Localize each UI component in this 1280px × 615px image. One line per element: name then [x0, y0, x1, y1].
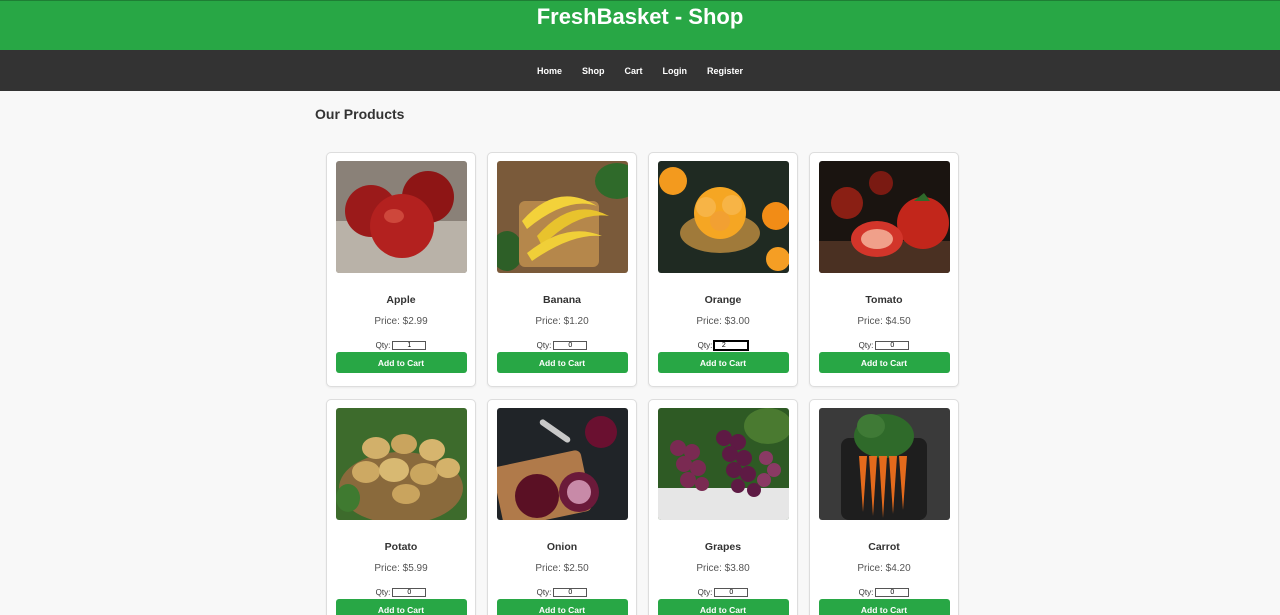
qty-label: Qty:	[697, 340, 713, 350]
qty-row: Qty:	[859, 340, 910, 350]
product-price: Price: $1.20	[535, 316, 589, 327]
product-name: Apple	[386, 294, 416, 306]
product-grid: Apple Price: $2.99 Qty: Add to Cart	[326, 152, 965, 615]
add-to-cart-button[interactable]: Add to Cart	[657, 599, 789, 615]
site-header: FreshBasket - Shop	[0, 0, 1280, 50]
qty-input[interactable]	[392, 340, 427, 350]
product-price: Price: $2.50	[535, 563, 589, 574]
qty-row: Qty:	[697, 339, 750, 351]
add-to-cart-button[interactable]: Add to Cart	[496, 599, 628, 615]
product-name: Grapes	[704, 541, 742, 553]
qty-row: Qty:	[698, 587, 749, 597]
product-image-tomato	[818, 161, 950, 273]
main-nav: Home Shop Cart Login Register	[0, 50, 1280, 91]
nav-shop[interactable]: Shop	[572, 66, 615, 76]
add-to-cart-button[interactable]: Add to Cart	[335, 599, 467, 615]
product-card: Grapes Price: $3.80 Qty: Add to Cart	[648, 399, 798, 615]
qty-row: Qty:	[376, 587, 427, 597]
nav-cart[interactable]: Cart	[614, 66, 652, 76]
product-price: Price: $5.99	[374, 563, 428, 574]
qty-label: Qty:	[858, 587, 874, 597]
product-card: Onion Price: $2.50 Qty: Add to Cart	[487, 399, 637, 615]
qty-input[interactable]	[553, 340, 588, 350]
qty-label: Qty:	[697, 587, 713, 597]
qty-input[interactable]	[553, 587, 588, 597]
qty-row: Qty:	[376, 340, 427, 350]
product-card: Orange Price: $3.00 Qty: Add to Cart	[648, 152, 798, 387]
product-image-potato	[335, 408, 467, 520]
product-image-banana	[496, 161, 628, 273]
product-card: Potato Price: $5.99 Qty: Add to Cart	[326, 399, 476, 615]
product-card: Carrot Price: $4.20 Qty: Add to Cart	[809, 399, 959, 615]
qty-input[interactable]	[714, 587, 749, 597]
add-to-cart-button[interactable]: Add to Cart	[335, 352, 467, 373]
product-price: Price: $4.50	[857, 316, 911, 327]
qty-input[interactable]	[875, 587, 910, 597]
qty-row: Qty:	[859, 587, 910, 597]
product-image-orange	[657, 161, 789, 273]
product-name: Onion	[546, 541, 578, 553]
qty-label: Qty:	[375, 587, 391, 597]
product-card: Banana Price: $1.20 Qty: Add to Cart	[487, 152, 637, 387]
qty-input[interactable]	[713, 339, 750, 351]
add-to-cart-button[interactable]: Add to Cart	[657, 352, 789, 373]
nav-register[interactable]: Register	[697, 66, 753, 76]
product-price: Price: $3.80	[696, 563, 750, 574]
product-name: Orange	[704, 294, 742, 306]
product-image-apple	[335, 161, 467, 273]
product-name: Tomato	[865, 294, 903, 306]
product-price: Price: $4.20	[857, 563, 911, 574]
product-price: Price: $3.00	[696, 316, 750, 327]
product-name: Carrot	[868, 541, 900, 553]
add-to-cart-button[interactable]: Add to Cart	[818, 599, 950, 615]
qty-input[interactable]	[875, 340, 910, 350]
add-to-cart-button[interactable]: Add to Cart	[818, 352, 950, 373]
site-title: FreshBasket - Shop	[536, 4, 744, 29]
product-name: Potato	[384, 541, 418, 553]
qty-input[interactable]	[392, 587, 427, 597]
qty-label: Qty:	[536, 340, 552, 350]
nav-home[interactable]: Home	[527, 66, 572, 76]
nav-login[interactable]: Login	[653, 66, 698, 76]
qty-label: Qty:	[375, 340, 391, 350]
add-to-cart-button[interactable]: Add to Cart	[496, 352, 628, 373]
main-content: Our Products Apple Price: $2.99 Qty: A	[315, 106, 965, 615]
product-name: Banana	[543, 294, 581, 306]
section-title: Our Products	[315, 106, 405, 122]
qty-label: Qty:	[858, 340, 874, 350]
product-card: Apple Price: $2.99 Qty: Add to Cart	[326, 152, 476, 387]
qty-row: Qty:	[537, 340, 588, 350]
product-image-carrot	[818, 408, 950, 520]
qty-label: Qty:	[536, 587, 552, 597]
product-card: Tomato Price: $4.50 Qty: Add to Cart	[809, 152, 959, 387]
product-price: Price: $2.99	[374, 316, 428, 327]
product-image-onion	[496, 408, 628, 520]
qty-row: Qty:	[537, 587, 588, 597]
product-image-grapes	[657, 408, 789, 520]
